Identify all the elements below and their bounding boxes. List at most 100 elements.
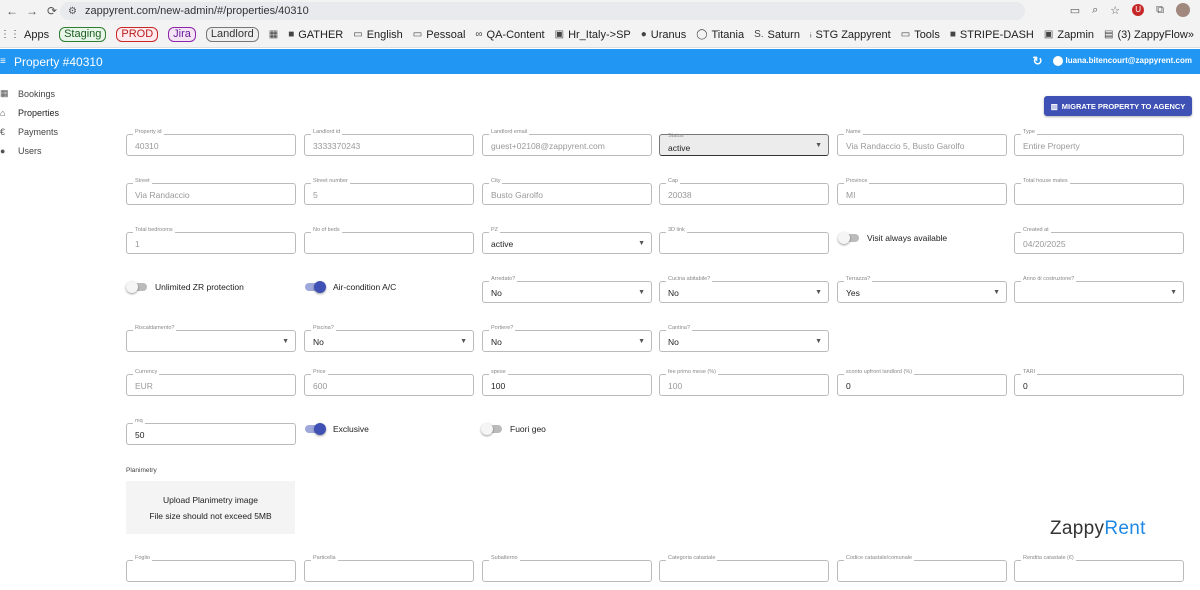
bookmark-gather[interactable]: ■ GATHER — [288, 29, 343, 41]
cast-icon[interactable]: ▭ — [1070, 4, 1080, 17]
back-arrow-icon[interactable]: ← — [4, 4, 20, 18]
total-house-mates-field[interactable]: Total house mates — [1014, 178, 1184, 205]
fee-primo-mese-field[interactable]: fee primo mese (%) 100 — [659, 369, 829, 396]
toggle-switch[interactable] — [305, 281, 326, 293]
exclusive-toggle[interactable]: Exclusive — [305, 423, 369, 435]
site-info-icon[interactable]: ⚙ — [68, 6, 77, 17]
upload-title: Upload Planimetry image — [163, 494, 258, 505]
riscaldamento-select[interactable]: Riscaldamento? ▼ — [126, 325, 296, 352]
sidebar-item-payments[interactable]: € Payments — [0, 122, 110, 141]
extensions-puzzle-icon[interactable]: ⧉ — [1156, 4, 1164, 17]
avatar[interactable] — [1176, 3, 1190, 17]
forward-arrow-icon[interactable]: → — [24, 4, 40, 18]
dropdown-arrow-icon: ▼ — [815, 142, 822, 149]
bookmark-zappyflow[interactable]: ▤ (3) ZappyFlow — [1104, 29, 1188, 41]
address-bar[interactable]: ⚙ zappyrent.com/new-admin/#/properties/4… — [60, 2, 1025, 20]
migrate-property-button[interactable]: ▥ MIGRATE PROPERTY TO AGENCY — [1044, 96, 1192, 116]
province-field[interactable]: Province MI — [837, 178, 1007, 205]
city-field[interactable]: City Busto Garolfo — [482, 178, 652, 205]
street-number-field[interactable]: Street number 5 — [304, 178, 474, 205]
type-field[interactable]: Type Entire Property — [1014, 129, 1184, 156]
status-select[interactable]: Status active ▼ — [659, 133, 829, 156]
bookmark-prod[interactable]: PROD — [116, 27, 159, 42]
bookmark-uranus[interactable]: ● Uranus — [641, 29, 687, 41]
reload-icon[interactable]: ⟳ — [44, 4, 60, 18]
user-menu[interactable]: luana.bitencourt@zappyrent.com — [1052, 56, 1192, 66]
created-at-field[interactable]: Created at 04/20/2025 — [1014, 227, 1184, 254]
visit-always-available-toggle[interactable]: Visit always available — [838, 232, 947, 244]
person-icon: ● — [0, 145, 6, 156]
cucina-abitabile-select[interactable]: Cucina abitabile? No ▼ — [659, 276, 829, 303]
dropdown-arrow-icon: ▼ — [815, 338, 822, 345]
total-bedrooms-field[interactable]: Total bedrooms 1 — [126, 227, 296, 254]
bookmark-apps[interactable]: ⋮⋮ Apps — [0, 29, 49, 41]
toggle-switch[interactable] — [126, 281, 147, 293]
bookmark-landlord[interactable]: Landlord — [205, 27, 259, 42]
bookmark-saturn[interactable]: S. Saturn — [754, 29, 800, 41]
zappyrent-logo: ZappyRent — [1050, 518, 1146, 539]
rendita-catastale-field[interactable]: Rendita catastale (€) — [1014, 555, 1184, 582]
bookmark-jira[interactable]: Jira — [168, 27, 196, 42]
mq-field[interactable]: mq 50 — [126, 418, 296, 445]
spese-field[interactable]: spese 100 — [482, 369, 652, 396]
menu-icon[interactable]: ≡ — [0, 56, 12, 67]
cantina-select[interactable]: Cantina? No ▼ — [659, 325, 829, 352]
no-of-beds-field[interactable]: No of beds — [304, 227, 474, 254]
dropdown-arrow-icon: ▼ — [638, 289, 645, 296]
subalterno-field[interactable]: Subalterno — [482, 555, 652, 582]
star-icon[interactable]: ☆ — [1110, 4, 1120, 17]
sidebar-item-bookings[interactable]: ▦ Bookings — [0, 84, 110, 103]
name-field[interactable]: Name Via Randaccio 5, Busto Garolfo — [837, 129, 1007, 156]
sidebar-item-users[interactable]: ● Users — [0, 141, 110, 160]
price-field[interactable]: Price 600 — [304, 369, 474, 396]
street-field[interactable]: Street Via Randaccio — [126, 178, 296, 205]
bookmark-zapmin[interactable]: ▣ Zapmin — [1044, 29, 1094, 41]
toggle-switch[interactable] — [305, 423, 326, 435]
dropdown-arrow-icon: ▼ — [815, 289, 822, 296]
bookmark-hr-italy[interactable]: ▣ Hr_Italy->SP — [555, 29, 631, 41]
3d-link-field[interactable]: 3D link — [659, 227, 829, 254]
foglio-field[interactable]: Foglio — [126, 555, 296, 582]
toggle-switch[interactable] — [481, 423, 502, 435]
bookmark-titania[interactable]: ◯ Titania — [696, 29, 744, 41]
bookmark-tools[interactable]: ▭ Tools — [901, 29, 940, 41]
terrazza-select[interactable]: Terrazza? Yes ▼ — [837, 276, 1007, 303]
zoom-icon[interactable]: ⌕ — [1092, 4, 1098, 17]
anno-costruzione-select[interactable]: Anno di costruzione? ▼ — [1014, 276, 1184, 303]
planimetry-upload-area[interactable]: Upload Planimetry image File size should… — [126, 481, 295, 534]
categoria-catastale-field[interactable]: Categoria catastale — [659, 555, 829, 582]
saturn-icon: S. — [754, 29, 764, 40]
bookmark-stg-zappyrent[interactable]: ᵢ STG Zappyrent — [810, 29, 891, 41]
codice-catastale-field[interactable]: Codice catastale/comunale — [837, 555, 1007, 582]
page-title: Property #40310 — [14, 54, 103, 69]
more-bookmarks-icon[interactable]: » — [1188, 29, 1194, 41]
portiere-select[interactable]: Portiere? No ▼ — [482, 325, 652, 352]
bookmark-qa-content[interactable]: ∞ QA-Content — [475, 29, 544, 41]
particella-field[interactable]: Particella — [304, 555, 474, 582]
landlord-id-field[interactable]: Landlord id 3333370243 — [304, 129, 474, 156]
currency-field[interactable]: Currency EUR — [126, 369, 296, 396]
cap-field[interactable]: Cap 20038 — [659, 178, 829, 205]
bookmark-pessoal[interactable]: ▭ Pessoal — [413, 29, 466, 41]
sidebar-item-properties[interactable]: ⌂ Properties — [0, 103, 110, 122]
arredato-select[interactable]: Arredato? No ▼ — [482, 276, 652, 303]
toggle-switch[interactable] — [838, 232, 859, 244]
folder-icon: ▭ — [353, 29, 363, 40]
pz-select[interactable]: PZ active ▼ — [482, 227, 652, 254]
bookmark-staging[interactable]: Staging — [59, 27, 107, 42]
refresh-icon[interactable]: ↻ — [1032, 54, 1042, 68]
air-condition-toggle[interactable]: Air-condition A/C — [305, 281, 396, 293]
tari-field[interactable]: TARI 0 — [1014, 369, 1184, 396]
bookmark-grid[interactable]: ▦ — [269, 29, 278, 40]
fuori-geo-toggle[interactable]: Fuori geo — [481, 423, 546, 435]
bookmark-stripe-dash[interactable]: ■ STRIPE-DASH — [950, 29, 1034, 41]
euro-icon: € — [0, 126, 6, 137]
property-id-field[interactable]: Property id 40310 — [126, 129, 296, 156]
unlimited-zr-protection-toggle[interactable]: Unlimited ZR protection — [126, 281, 244, 293]
bookmark-english[interactable]: ▭ English — [353, 29, 403, 41]
landlord-email-field[interactable]: Landlord email guest+02108@zappyrent.com — [482, 129, 652, 156]
sconto-upfront-field[interactable]: sconto upfront landlord (%) 0 — [837, 369, 1007, 396]
extension-icon[interactable]: U — [1132, 4, 1145, 16]
zappyflow-icon: ▤ — [1104, 29, 1114, 40]
piscina-select[interactable]: Piscina? No ▼ — [304, 325, 474, 352]
